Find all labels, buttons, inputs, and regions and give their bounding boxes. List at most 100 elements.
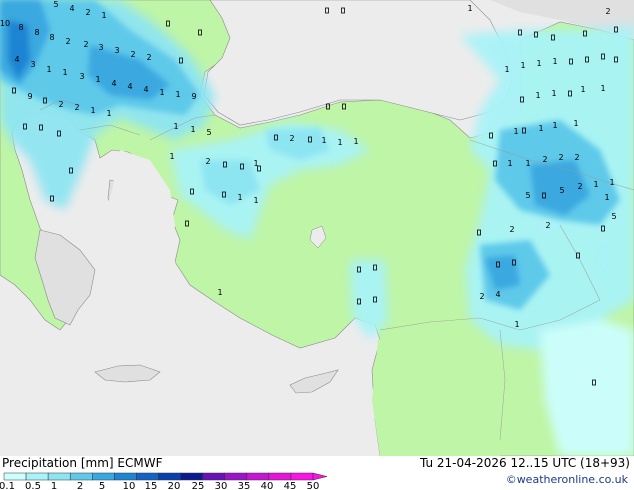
precip-value-42: 1	[253, 196, 258, 205]
precip-value-61: 4	[495, 290, 500, 299]
datetime-text: Tu 21-04-2026 12..15 UTC (18+93)	[419, 456, 630, 470]
precip-value-49: 2	[542, 155, 547, 164]
legend-label-11: 40	[261, 481, 274, 490]
precip-value-51: 2	[574, 153, 579, 162]
precip-value-12: 2	[130, 50, 135, 59]
legend-swatch-11	[246, 472, 270, 481]
precip-value-36: 1	[337, 138, 342, 147]
precip-value-10: 3	[98, 43, 103, 52]
legend-swatch-9	[202, 472, 225, 481]
precip-value-58: 2	[509, 225, 514, 234]
precip-value-62: 1	[514, 320, 519, 329]
legend-label-2: 1	[51, 481, 57, 490]
precip-value-71: 1	[551, 89, 556, 98]
map-svg: 5 4 2 110 888 2 2 3 3 2 2431 1 3 1 4 4 4 1 1 992 2 1 11 1 52 1 1 11…	[0, 0, 634, 457]
legend-swatch-7	[158, 472, 181, 481]
precip-value-13: 2	[146, 53, 151, 62]
legend-label-12: 45	[284, 481, 297, 490]
precip-value-5: 8	[18, 23, 23, 32]
precip-value-50: 2	[558, 153, 563, 162]
legend-label-6: 15	[145, 481, 158, 490]
precip-value-72: 1	[580, 85, 585, 94]
precip-value-26: 9	[27, 92, 32, 101]
legend-colorbar: 0.1 0.5 1 2 5 10 15 20 25 30 35 40 45 50	[0, 472, 328, 490]
precip-value-65: 2	[605, 7, 610, 16]
legend-label-5: 10	[123, 481, 136, 490]
precip-value-67: 1	[520, 61, 525, 70]
precip-value-24: 1	[175, 90, 180, 99]
precip-value-38: 1	[169, 152, 174, 161]
precip-value-1: 4	[69, 4, 74, 13]
precip-value-20: 4	[111, 79, 116, 88]
precip-value-52: 5	[525, 191, 530, 200]
precip-value-59: 2	[545, 221, 550, 230]
legend-label-0: 0.1	[0, 481, 15, 490]
precip-value-8: 2	[65, 37, 70, 46]
precip-value-53: 5	[559, 186, 564, 195]
legend-arrow	[312, 472, 328, 481]
precip-value-16: 1	[46, 65, 51, 74]
precip-value-2: 2	[85, 8, 90, 17]
legend-swatch-4	[92, 472, 115, 481]
precip-value-27: 2	[58, 100, 63, 109]
legend-swatch-10	[224, 472, 248, 481]
precip-value-66: 1	[504, 65, 509, 74]
precip-value-55: 1	[593, 180, 598, 189]
footer: Precipitation [mm] ECMWF Tu 21-04-2026 1…	[0, 456, 634, 490]
land-levant-dry	[372, 320, 510, 456]
legend-swatch-3	[69, 472, 93, 481]
precip-value-23: 1	[159, 88, 164, 97]
legend-swatch-5	[114, 472, 137, 481]
precip-value-41: 1	[237, 193, 242, 202]
legend-label-4: 5	[99, 481, 105, 490]
precip-value-17: 1	[62, 68, 67, 77]
precip-value-6: 8	[34, 28, 39, 37]
precip-value-29: 1	[90, 106, 95, 115]
precip-value-19: 1	[95, 75, 100, 84]
precip-value-56: 1	[609, 178, 614, 187]
legend-swatch-0	[3, 472, 27, 481]
legend-label-13: 50	[307, 481, 320, 490]
precip-value-0: 5	[53, 0, 58, 9]
precip-value-64: 1	[467, 4, 472, 13]
precip-value-22: 4	[143, 85, 148, 94]
credit-text: ©weatheronline.co.uk	[505, 473, 628, 486]
legend-label-10: 35	[238, 481, 251, 490]
precip-value-60: 2	[479, 292, 484, 301]
precip-value-70: 1	[535, 91, 540, 100]
legend-label-8: 25	[192, 481, 205, 490]
legend-swatch-1	[25, 472, 49, 481]
precip-value-69: 1	[552, 57, 557, 66]
legend-swatch-12	[268, 472, 292, 481]
precip-value-3: 1	[101, 11, 106, 20]
precip-value-9: 2	[83, 40, 88, 49]
precip-value-11: 3	[114, 46, 119, 55]
precip-value-32: 1	[190, 125, 195, 134]
legend-label-7: 20	[168, 481, 181, 490]
precip-value-35: 1	[321, 136, 326, 145]
precip-value-68: 1	[536, 59, 541, 68]
precip-value-44: 1	[513, 127, 518, 136]
precipitation-map: 5 4 2 1 10 8 8 8 2 2 3 3 2 2 4 3 1 1 3 1 4 4 4 1 1 9 9 2 2 1 1 1 1 5 2 1 1 1 1…	[0, 0, 634, 457]
precip-value-15: 3	[30, 60, 35, 69]
precip-value-14: 4	[14, 55, 19, 64]
precip-value-18: 3	[79, 72, 84, 81]
precip-value-74: 1	[573, 119, 578, 128]
precip-value-57: 5	[611, 212, 616, 221]
precip-value-54: 2	[577, 182, 582, 191]
precip-value-33: 5	[206, 128, 211, 137]
precip-value-73: 1	[600, 84, 605, 93]
precip-value-45: 1	[538, 124, 543, 133]
legend-label-9: 30	[215, 481, 228, 490]
precip-value-28: 2	[74, 103, 79, 112]
precip-value-37: 1	[353, 137, 358, 146]
precip-value-63: 1	[604, 193, 609, 202]
legend-label-1: 0.5	[25, 481, 41, 490]
precip-value-39: 2	[205, 157, 210, 166]
legend-swatch-2	[47, 472, 71, 481]
precip-value-25: 9	[191, 92, 196, 101]
legend-label-3: 2	[77, 481, 83, 490]
precip-value-4: 10	[0, 19, 10, 28]
precip-value-48: 1	[525, 159, 530, 168]
precip-value-43: 1	[217, 288, 222, 297]
